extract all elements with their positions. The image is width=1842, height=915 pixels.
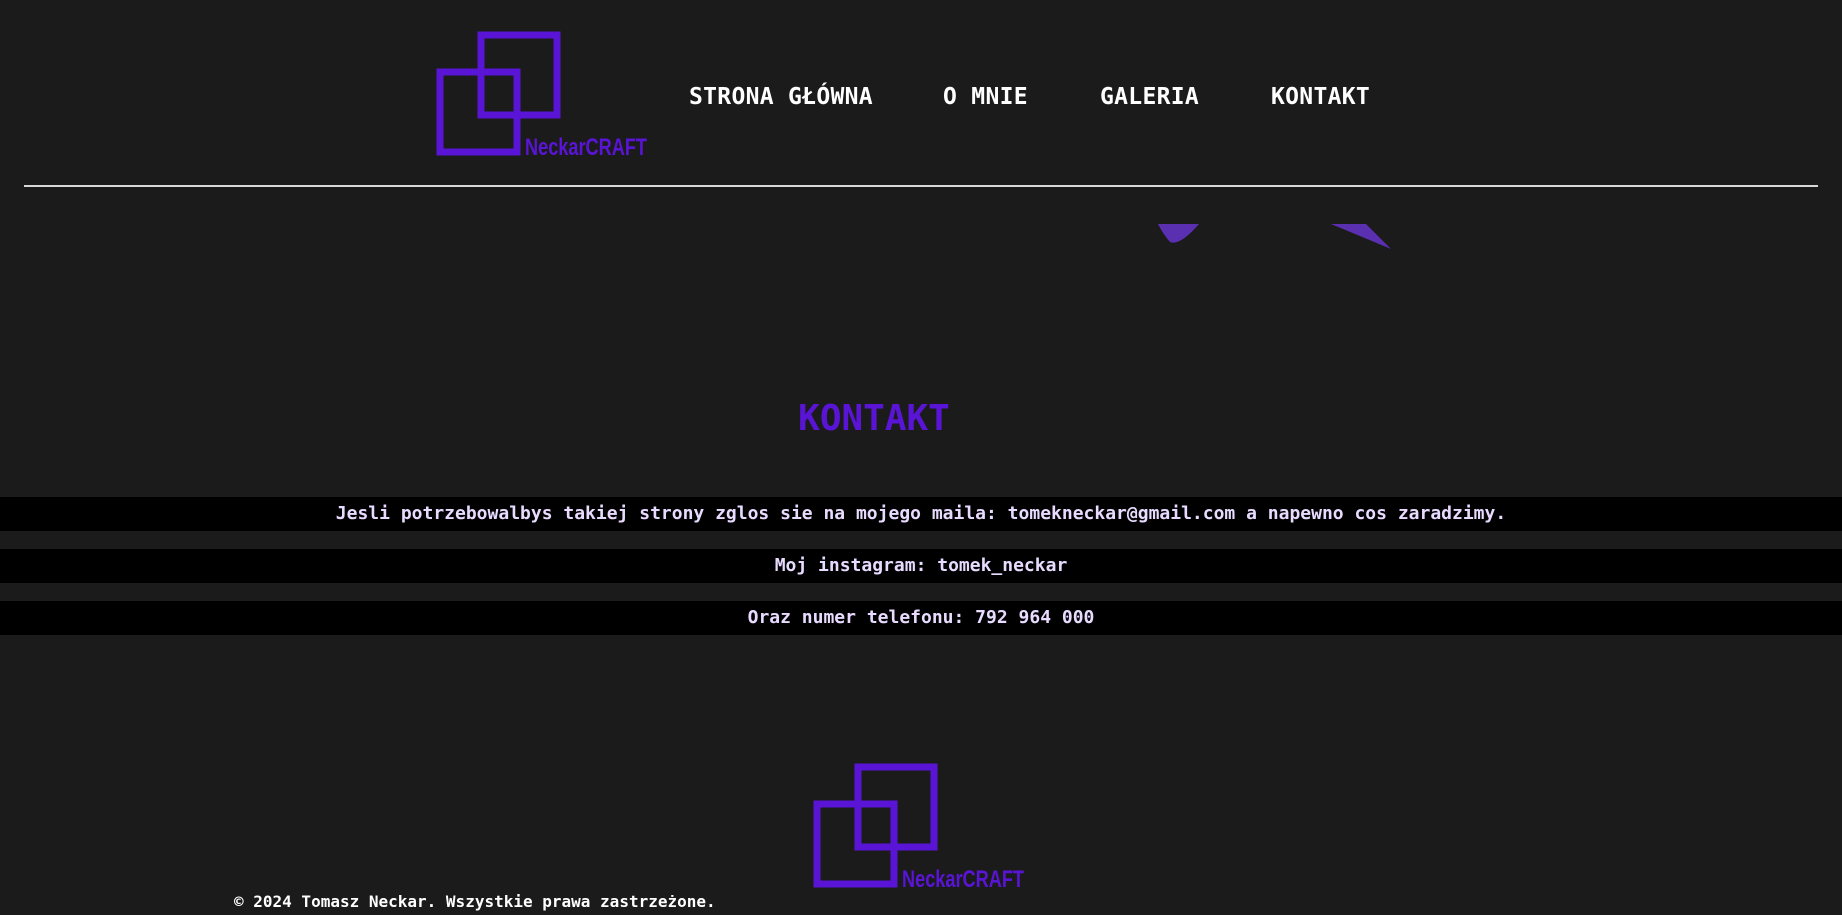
- footer-logo-squares-icon: NeckarCRAFT: [813, 763, 1024, 893]
- nav-gallery[interactable]: GALERIA: [1100, 84, 1199, 110]
- footer-logo-text: NeckarCRAFT: [902, 866, 1024, 893]
- contact-phone-line: Oraz numer telefonu: 792 964 000: [0, 601, 1842, 635]
- page-title: KONTAKT: [798, 398, 950, 439]
- page: NeckarCRAFT STRONA GŁÓWNA O MNIE GALERIA…: [0, 0, 1842, 915]
- decorative-shapes: [1158, 224, 1391, 249]
- nav-home[interactable]: STRONA GŁÓWNA: [689, 84, 873, 110]
- nav-contact[interactable]: KONTAKT: [1271, 84, 1370, 110]
- nav-about[interactable]: O MNIE: [943, 84, 1028, 110]
- decor-shape-right: [1331, 224, 1391, 249]
- header-divider: [24, 185, 1818, 187]
- contact-email-line: Jesli potrzebowalbys takiej strony zglos…: [0, 497, 1842, 531]
- logo-text: NeckarCRAFT: [525, 134, 647, 161]
- copyright-text: © 2024 Tomasz Neckar. Wszystkie prawa za…: [234, 892, 716, 911]
- footer-logo[interactable]: NeckarCRAFT: [813, 763, 1029, 893]
- decor-shape-left: [1158, 224, 1199, 243]
- contact-instagram-line: Moj instagram: tomek_neckar: [0, 549, 1842, 583]
- main-nav: STRONA GŁÓWNA O MNIE GALERIA KONTAKT: [0, 84, 1842, 116]
